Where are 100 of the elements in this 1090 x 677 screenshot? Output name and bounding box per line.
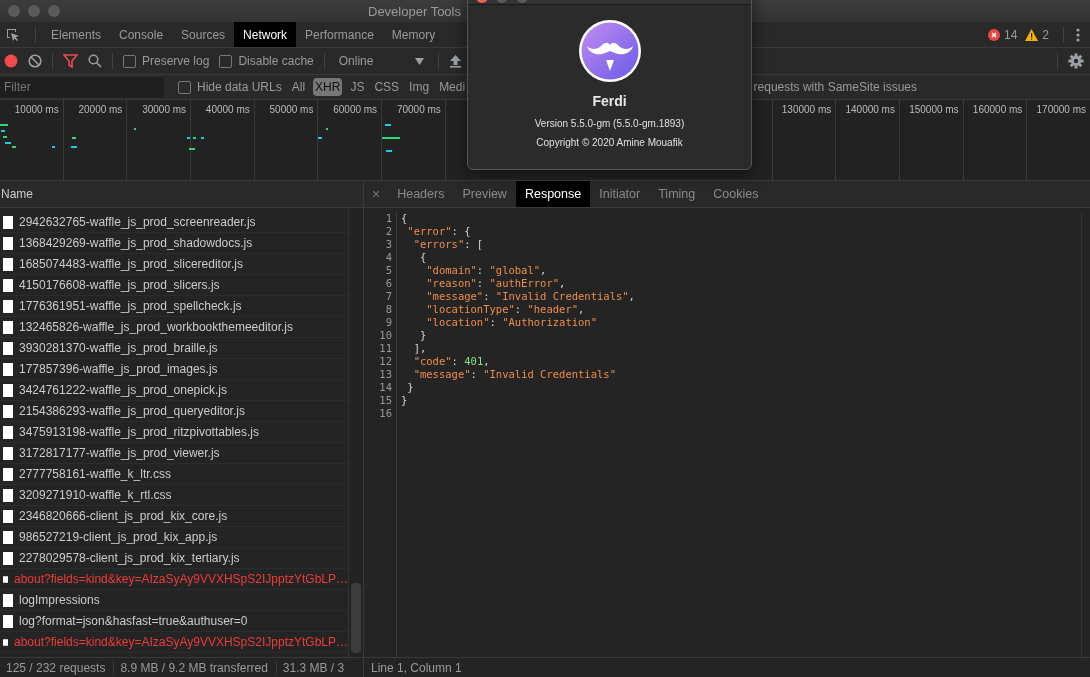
resource-type-filter[interactable]: CSS xyxy=(372,78,402,96)
file-icon xyxy=(3,509,13,523)
detail-tab[interactable]: Preview xyxy=(453,181,516,207)
version-text: Version 5.5.0-gm (5.5.0-gm.1893) xyxy=(534,118,685,129)
file-icon xyxy=(3,404,13,418)
line-number: 13 xyxy=(378,368,392,381)
filter-icon[interactable] xyxy=(63,54,78,68)
request-name[interactable]: 2346820666-client_js_prod_kix_core.js xyxy=(19,509,228,523)
code-line: "error": { xyxy=(406,225,471,237)
panel-tab[interactable]: Elements xyxy=(42,22,111,47)
line-number: 4 xyxy=(384,251,392,264)
timeline-tick-label: 140000 ms xyxy=(845,104,895,115)
warning-icon xyxy=(1025,28,1039,41)
more-menu-icon[interactable] xyxy=(1076,27,1080,42)
request-name[interactable]: log?format=json&hasfast=true&authuser=0 xyxy=(19,614,248,628)
panel-tab[interactable]: Performance xyxy=(296,22,383,47)
panel-tab[interactable]: Network xyxy=(234,22,297,47)
preserve-log-checkbox[interactable] xyxy=(123,54,136,68)
status-text: 31.3 MB / 3 xyxy=(281,660,346,675)
request-name[interactable]: 2154386293-waffle_js_prod_queryeditor.js xyxy=(19,404,245,418)
throttling-dropdown[interactable]: Online xyxy=(334,54,429,68)
resource-type-filter[interactable]: Medi xyxy=(437,78,468,96)
line-number: 14 xyxy=(378,381,392,394)
file-icon xyxy=(3,425,13,439)
filter-field[interactable]: Filter xyxy=(0,77,164,97)
timeline-tick-label: 10000 ms xyxy=(14,104,59,115)
code-line: "location": "Authorization" xyxy=(425,316,597,328)
request-name[interactable]: 2278029578-client_js_prod_kix_tertiary.js xyxy=(19,551,240,565)
resource-type-filter[interactable]: Img xyxy=(407,78,432,96)
samesite-filter-label: requests with SameSite issues xyxy=(753,80,917,94)
request-name[interactable]: 986527219-client_js_prod_kix_app.js xyxy=(19,530,218,544)
code-line: } xyxy=(418,329,427,341)
code-line: "message": "Invalid Credentials" xyxy=(412,368,616,380)
code-line: "code": 401, xyxy=(412,355,490,367)
code-line: } xyxy=(406,381,414,393)
app-name: Ferdi xyxy=(592,93,627,109)
search-icon[interactable] xyxy=(88,54,102,68)
disable-cache-label: Disable cache xyxy=(238,54,314,68)
file-icon xyxy=(3,614,13,628)
code-line: { xyxy=(418,251,427,263)
detail-tab[interactable]: Timing xyxy=(649,181,705,207)
code-line: "message": "Invalid Credentials", xyxy=(425,290,635,302)
app-logo-icon xyxy=(577,19,642,83)
request-name[interactable]: 4150176608-waffle_js_prod_slicers.js xyxy=(19,278,220,292)
request-name[interactable]: about?fields=kind&key=AIzaSyAy9VVXHSpS2IJpptzYtGbLP… xyxy=(14,635,348,649)
timeline-tick-label: 70000 ms xyxy=(396,104,441,115)
inspect-element-icon[interactable] xyxy=(5,26,21,43)
request-name[interactable]: 1685074483-waffle_js_prod_slicereditor.js xyxy=(19,257,243,271)
resource-type-filter[interactable]: JS xyxy=(348,78,367,96)
cursor-position: Line 1, Column 1 xyxy=(371,660,462,675)
panel-tab[interactable]: Console xyxy=(110,22,173,47)
line-number: 6 xyxy=(384,277,392,290)
preserve-log-label: Preserve log xyxy=(142,54,210,68)
detail-tab[interactable]: Initiator xyxy=(590,181,650,207)
timeline-tick-label: 60000 ms xyxy=(333,104,378,115)
code-line: ], xyxy=(412,342,427,354)
clear-icon[interactable] xyxy=(28,54,42,68)
disable-cache-checkbox[interactable] xyxy=(219,54,233,68)
file-icon xyxy=(3,341,13,355)
code-line: { xyxy=(401,212,408,224)
request-name[interactable]: 2942632765-waffle_js_prod_screenreader.js xyxy=(19,215,256,229)
file-icon xyxy=(3,299,13,313)
panel-tab[interactable]: Memory xyxy=(382,22,445,47)
timeline-tick-label: 150000 ms xyxy=(909,104,959,115)
status-text: 125 / 232 requests xyxy=(0,660,115,675)
warning-count: 2 xyxy=(1042,27,1049,42)
name-column-header[interactable]: Name xyxy=(0,181,363,208)
file-icon xyxy=(3,215,13,229)
request-name[interactable]: 132465826-waffle_js_prod_workbookthemeeditor.js xyxy=(19,320,293,334)
file-icon xyxy=(3,320,13,334)
detail-tab[interactable]: Headers xyxy=(388,181,454,207)
request-name[interactable]: 177857396-waffle_js_prod_images.js xyxy=(19,362,218,376)
request-name[interactable]: 1368429269-waffle_js_prod_shadowdocs.js xyxy=(19,236,253,250)
line-number: 8 xyxy=(384,303,392,316)
request-name[interactable]: 3930281370-waffle_js_prod_braille.js xyxy=(19,341,218,355)
request-name[interactable]: 3209271910-waffle_k_rtl.css xyxy=(19,488,172,502)
request-name[interactable]: 3172817177-waffle_js_prod_viewer.js xyxy=(19,446,220,460)
code-line: "reason": "authError", xyxy=(425,277,566,289)
line-number: 2 xyxy=(384,225,392,238)
settings-icon[interactable] xyxy=(1068,53,1084,69)
panel-tab[interactable]: Sources xyxy=(172,22,235,47)
request-name[interactable]: 2777758161-waffle_k_ltr.css xyxy=(19,467,171,481)
request-name[interactable]: logImpressions xyxy=(19,593,100,607)
scrollbar[interactable] xyxy=(348,208,363,657)
code-line: } xyxy=(401,394,408,406)
resource-type-filter[interactable]: All xyxy=(289,78,308,96)
file-icon xyxy=(3,257,13,271)
request-name[interactable]: 3424761222-waffle_js_prod_onepick.js xyxy=(19,383,227,397)
request-name[interactable]: 3475913198-waffle_js_prod_ritzpivottables.js xyxy=(19,425,259,439)
record-icon[interactable] xyxy=(4,54,18,68)
code-line: "domain": "global", xyxy=(425,264,547,276)
hide-data-urls-checkbox[interactable] xyxy=(178,80,191,94)
hide-data-urls-label: Hide data URLs xyxy=(197,80,282,94)
error-count: 14 xyxy=(1003,27,1018,42)
detail-tab[interactable]: Cookies xyxy=(704,181,768,207)
detail-tab[interactable]: Response xyxy=(515,181,591,207)
request-name[interactable]: about?fields=kind&key=AIzaSyAy9VVXHSpS2IJpptzYtGbLP… xyxy=(14,572,348,586)
resource-type-filter[interactable]: XHR xyxy=(313,78,343,96)
request-name[interactable]: 1776361951-waffle_js_prod_spellcheck.js xyxy=(19,299,242,313)
upload-icon[interactable] xyxy=(449,54,463,68)
